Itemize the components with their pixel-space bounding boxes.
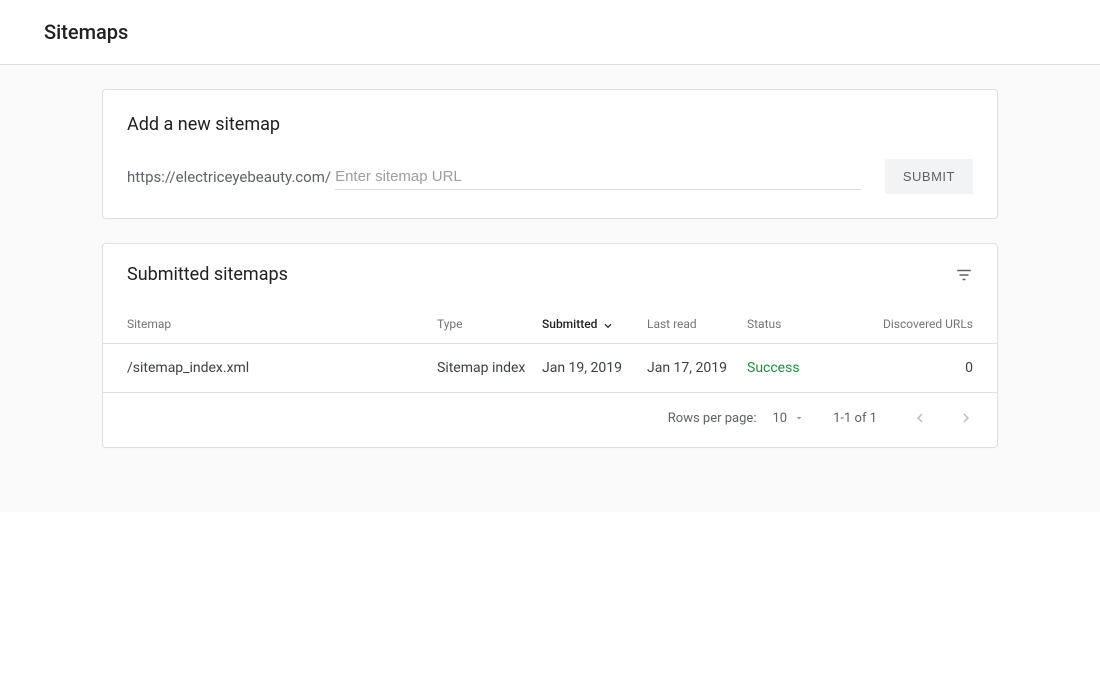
submitted-sitemaps-title: Submitted sitemaps: [127, 264, 288, 285]
table-row[interactable]: /sitemap_index.xml Sitemap index Jan 19,…: [103, 344, 997, 393]
cell-type: Sitemap index: [437, 360, 542, 376]
add-sitemap-card: Add a new sitemap https://electriceyebea…: [102, 89, 998, 219]
arrow-down-icon: [601, 317, 615, 331]
page-title: Sitemaps: [0, 0, 1100, 64]
col-header-lastread[interactable]: Last read: [647, 317, 747, 331]
col-header-sitemap[interactable]: Sitemap: [127, 317, 437, 331]
cell-status: Success: [747, 360, 862, 376]
prev-page-button[interactable]: [905, 403, 935, 433]
dropdown-caret-icon: [793, 412, 805, 424]
col-header-status[interactable]: Status: [747, 317, 862, 331]
next-page-button[interactable]: [951, 403, 981, 433]
col-header-type[interactable]: Type: [437, 317, 542, 331]
pagination-range: 1-1 of 1: [833, 411, 877, 426]
cell-submitted: Jan 19, 2019: [542, 360, 647, 376]
col-header-submitted-label: Submitted: [542, 317, 597, 331]
filter-icon[interactable]: [955, 266, 973, 284]
add-sitemap-title: Add a new sitemap: [127, 114, 973, 135]
cell-urls: 0: [862, 360, 973, 376]
url-prefix: https://electriceyebeauty.com/: [127, 168, 331, 186]
submit-button[interactable]: SUBMIT: [885, 159, 973, 194]
rows-per-page-label: Rows per page:: [668, 411, 757, 426]
cell-lastread: Jan 17, 2019: [647, 360, 747, 376]
col-header-submitted[interactable]: Submitted: [542, 317, 647, 331]
sitemap-url-input[interactable]: [335, 164, 861, 190]
rows-per-page-value: 10: [772, 411, 787, 426]
cell-sitemap: /sitemap_index.xml: [127, 360, 437, 376]
submitted-sitemaps-card: Submitted sitemaps Sitemap Type Submitte…: [102, 243, 998, 448]
col-header-urls[interactable]: Discovered URLs: [862, 317, 973, 331]
table-header: Sitemap Type Submitted Last read Status …: [103, 301, 997, 344]
rows-per-page-select[interactable]: 10: [772, 411, 805, 426]
content-area: Add a new sitemap https://electriceyebea…: [0, 64, 1100, 512]
table-footer: Rows per page: 10 1-1 of 1: [103, 393, 997, 447]
